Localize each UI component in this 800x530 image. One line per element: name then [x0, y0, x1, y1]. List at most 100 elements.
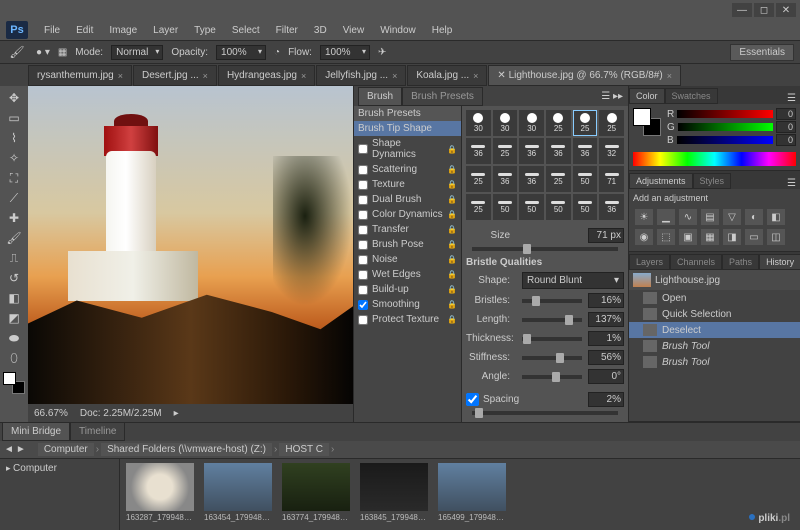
- posterize-icon[interactable]: ▦: [701, 229, 719, 245]
- history-snapshot-thumb[interactable]: [633, 273, 651, 287]
- lock-icon[interactable]: 🔒: [447, 315, 457, 324]
- menu-edit[interactable]: Edit: [68, 22, 101, 39]
- fg-bg-swatches[interactable]: [3, 372, 25, 394]
- option-checkbox[interactable]: [358, 165, 368, 175]
- lock-icon[interactable]: 🔒: [447, 165, 457, 174]
- document-tab[interactable]: Hydrangeas.jpg×: [218, 65, 315, 86]
- history-step[interactable]: Brush Tool: [629, 354, 800, 370]
- status-menu-icon[interactable]: ▸: [174, 408, 179, 419]
- brush-tip[interactable]: 50: [573, 166, 598, 192]
- bridge-thumbnail[interactable]: 165499_179948545...: [436, 463, 508, 526]
- gradient-map-icon[interactable]: ▭: [745, 229, 763, 245]
- option-checkbox[interactable]: [358, 255, 368, 265]
- brush-tip[interactable]: 36: [546, 138, 571, 164]
- brush-tip[interactable]: 50: [519, 194, 544, 220]
- b-value[interactable]: 0: [776, 134, 796, 146]
- menu-3d[interactable]: 3D: [306, 22, 335, 39]
- brush-option-row[interactable]: Texture🔒: [354, 177, 461, 192]
- brush-option-row[interactable]: Transfer🔒: [354, 222, 461, 237]
- lock-icon[interactable]: 🔒: [447, 210, 457, 219]
- tab-swatches[interactable]: Swatches: [665, 88, 718, 104]
- brush-tip[interactable]: 30: [466, 110, 491, 136]
- brush-tip[interactable]: 71: [599, 166, 624, 192]
- threshold-icon[interactable]: ◨: [723, 229, 741, 245]
- option-checkbox[interactable]: [358, 210, 368, 220]
- panel-menu-icon[interactable]: ☰: [783, 93, 800, 104]
- option-checkbox[interactable]: [358, 300, 368, 310]
- minimize-button[interactable]: —: [732, 3, 752, 17]
- brush-tip[interactable]: 25: [599, 110, 624, 136]
- menu-layer[interactable]: Layer: [145, 22, 186, 39]
- crumb-shared[interactable]: Shared Folders (\\vmware-host) (Z:): [101, 443, 272, 456]
- lock-icon[interactable]: 🔒: [447, 180, 457, 189]
- size-value[interactable]: 71 px: [588, 228, 624, 243]
- tab-layers[interactable]: Layers: [629, 254, 670, 270]
- option-checkbox[interactable]: [358, 180, 368, 190]
- tab-adjustments[interactable]: Adjustments: [629, 173, 693, 189]
- levels-icon[interactable]: ▁: [657, 209, 675, 225]
- bridge-thumbnail[interactable]: 163287_179948718...: [124, 463, 196, 526]
- option-checkbox[interactable]: [358, 285, 368, 295]
- history-brush-icon[interactable]: ↺: [3, 268, 25, 288]
- spacing-value[interactable]: 2%: [588, 392, 624, 407]
- lock-icon[interactable]: 🔒: [447, 195, 457, 204]
- close-button[interactable]: ✕: [776, 3, 796, 17]
- lock-icon[interactable]: 🔒: [447, 285, 457, 294]
- bridge-thumbnail[interactable]: 163454_179948718...: [202, 463, 274, 526]
- brush-tip[interactable]: 36: [466, 138, 491, 164]
- close-icon[interactable]: ×: [473, 71, 478, 81]
- bridge-thumbnail[interactable]: 163774_179948063...: [280, 463, 352, 526]
- brush-presets-button[interactable]: Brush Presets: [354, 106, 461, 121]
- lasso-tool-icon[interactable]: ⌇: [3, 128, 25, 148]
- menu-type[interactable]: Type: [186, 22, 224, 39]
- history-step[interactable]: Deselect: [629, 322, 800, 338]
- option-checkbox[interactable]: [358, 225, 368, 235]
- brush-option-row[interactable]: Brush Pose🔒: [354, 237, 461, 252]
- g-value[interactable]: 0: [776, 121, 796, 133]
- brush-tip[interactable]: 36: [493, 166, 518, 192]
- brush-option-row[interactable]: Wet Edges🔒: [354, 267, 461, 282]
- move-tool-icon[interactable]: ✥: [3, 88, 25, 108]
- stamp-tool-icon[interactable]: ⎍: [3, 248, 25, 268]
- r-slider[interactable]: [677, 110, 773, 118]
- quality-slider[interactable]: [522, 337, 582, 341]
- document-tab[interactable]: Koala.jpg ...×: [407, 65, 487, 86]
- quality-value[interactable]: 137%: [588, 312, 624, 327]
- exposure-icon[interactable]: ▤: [701, 209, 719, 225]
- brush-option-row[interactable]: Smoothing🔒: [354, 297, 461, 312]
- lock-icon[interactable]: 🔒: [447, 300, 457, 309]
- brush-tip[interactable]: 25: [493, 138, 518, 164]
- brush-tip[interactable]: 30: [493, 110, 518, 136]
- bridge-thumbnail[interactable]: 163845_179948063...: [358, 463, 430, 526]
- menu-window[interactable]: Window: [372, 22, 424, 39]
- close-icon[interactable]: ×: [203, 71, 208, 81]
- brush-tip[interactable]: 50: [493, 194, 518, 220]
- dodge-tool-icon[interactable]: ⬯: [3, 348, 25, 368]
- tab-paths[interactable]: Paths: [722, 254, 759, 270]
- menu-file[interactable]: File: [36, 22, 68, 39]
- eraser-tool-icon[interactable]: ◧: [3, 288, 25, 308]
- brush-tip[interactable]: 30: [519, 110, 544, 136]
- quality-slider[interactable]: [522, 375, 582, 379]
- lock-icon[interactable]: 🔒: [447, 255, 457, 264]
- shape-dropdown[interactable]: Round Blunt: [522, 272, 624, 289]
- close-icon[interactable]: ×: [392, 71, 397, 81]
- tab-styles[interactable]: Styles: [693, 173, 732, 189]
- brush-tip[interactable]: 25: [466, 166, 491, 192]
- quality-value[interactable]: 1%: [588, 331, 624, 346]
- tab-mini-bridge[interactable]: Mini Bridge: [2, 422, 70, 441]
- quality-slider[interactable]: [522, 356, 582, 360]
- bw-icon[interactable]: ◧: [767, 209, 785, 225]
- workspace-switcher[interactable]: Essentials: [730, 44, 794, 61]
- tab-channels[interactable]: Channels: [670, 254, 722, 270]
- option-checkbox[interactable]: [358, 144, 368, 154]
- brush-option-row[interactable]: Noise🔒: [354, 252, 461, 267]
- brush-tip[interactable]: 25: [546, 110, 571, 136]
- crop-tool-icon[interactable]: ⛶: [3, 168, 25, 188]
- brush-tip[interactable]: 36: [519, 166, 544, 192]
- gradient-tool-icon[interactable]: ◩: [3, 308, 25, 328]
- menu-filter[interactable]: Filter: [268, 22, 306, 39]
- brush-option-row[interactable]: Brush Tip Shape: [354, 121, 461, 136]
- brush-tip[interactable]: 25: [466, 194, 491, 220]
- heal-tool-icon[interactable]: ✚: [3, 208, 25, 228]
